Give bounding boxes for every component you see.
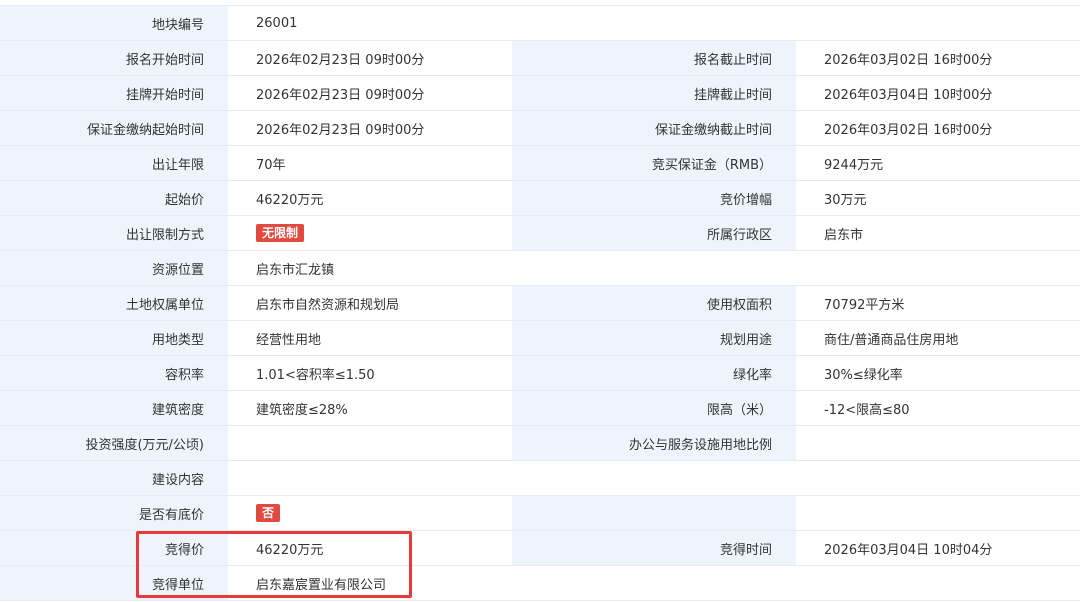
label-resource-location: 资源位置	[0, 250, 228, 286]
label-use-right-area: 使用权面积	[512, 285, 796, 321]
table-row: 容积率 1.01<容积率≤1.50 绿化率 30%≤绿化率	[0, 355, 1080, 391]
value-district: 启东市	[796, 215, 1080, 251]
label-building-density: 建筑密度	[0, 390, 228, 426]
value-reserve-price: 否	[228, 495, 512, 531]
land-info-table: 地块编号 26001 报名开始时间 2026年02月23日 09时00分 报名截…	[0, 5, 1080, 601]
label-plot-ratio: 容积率	[0, 355, 228, 391]
label-land-owner: 土地权属单位	[0, 285, 228, 321]
table-row: 土地权属单位 启东市自然资源和规划局 使用权面积 70792平方米	[0, 285, 1080, 321]
value-building-density: 建筑密度≤28%	[228, 390, 512, 426]
table-row: 起始价 46220万元 竞价增幅 30万元	[0, 180, 1080, 216]
empty-cell	[512, 565, 796, 601]
label-reserve-price: 是否有底价	[0, 495, 228, 531]
table-row: 出让限制方式 无限制 所属行政区 启东市	[0, 215, 1080, 251]
label-bid-deposit: 竞买保证金（RMB）	[512, 145, 796, 181]
label-height-limit: 限高（米）	[512, 390, 796, 426]
value-plot-ratio: 1.01<容积率≤1.50	[228, 355, 512, 391]
label-green-ratio: 绿化率	[512, 355, 796, 391]
value-use-right-area: 70792平方米	[796, 285, 1080, 321]
value-starting-price: 46220万元	[228, 180, 512, 216]
label-winning-company: 竞得单位	[0, 565, 228, 601]
value-winning-time: 2026年03月04日 10时04分	[796, 530, 1080, 566]
value-parcel-number: 26001	[228, 5, 1080, 41]
value-listing-start: 2026年02月23日 09时00分	[228, 75, 512, 111]
label-winning-time: 竞得时间	[512, 530, 796, 566]
table-row: 地块编号 26001	[0, 5, 1080, 41]
status-badge: 无限制	[256, 224, 305, 242]
status-badge: 否	[256, 504, 281, 522]
value-investment-intensity	[228, 425, 512, 461]
label-bid-increment: 竞价增幅	[512, 180, 796, 216]
table-row: 投资强度(万元/公顷) 办公与服务设施用地比例	[0, 425, 1080, 461]
label-deposit-end: 保证金缴纳截止时间	[512, 110, 796, 146]
value-registration-end: 2026年03月02日 16时00分	[796, 40, 1080, 76]
label-listing-end: 挂牌截止时间	[512, 75, 796, 111]
table-row: 用地类型 经营性用地 规划用途 商住/普通商品住房用地	[0, 320, 1080, 356]
value-deposit-start: 2026年02月23日 09时00分	[228, 110, 512, 146]
label-land-type: 用地类型	[0, 320, 228, 356]
label-office-facility-ratio: 办公与服务设施用地比例	[512, 425, 796, 461]
value-office-facility-ratio	[796, 425, 1080, 461]
table-row: 资源位置 启东市汇龙镇	[0, 250, 1080, 286]
value-transfer-restriction: 无限制	[228, 215, 512, 251]
label-starting-price: 起始价	[0, 180, 228, 216]
label-district: 所属行政区	[512, 215, 796, 251]
table-row: 报名开始时间 2026年02月23日 09时00分 报名截止时间 2026年03…	[0, 40, 1080, 76]
label-parcel-number: 地块编号	[0, 5, 228, 41]
table-row: 竞得单位 启东嘉宸置业有限公司	[0, 565, 1080, 601]
label-empty	[512, 495, 796, 531]
value-bid-increment: 30万元	[796, 180, 1080, 216]
value-green-ratio: 30%≤绿化率	[796, 355, 1080, 391]
table-row: 挂牌开始时间 2026年02月23日 09时00分 挂牌截止时间 2026年03…	[0, 75, 1080, 111]
value-empty	[796, 495, 1080, 531]
value-winning-price: 46220万元	[228, 530, 512, 566]
value-land-owner: 启东市自然资源和规划局	[228, 285, 512, 321]
label-winning-price: 竞得价	[0, 530, 228, 566]
value-bid-deposit: 9244万元	[796, 145, 1080, 181]
label-planned-use: 规划用途	[512, 320, 796, 356]
value-resource-location: 启东市汇龙镇	[228, 250, 1080, 286]
table-row: 竞得价 46220万元 竞得时间 2026年03月04日 10时04分	[0, 530, 1080, 566]
table-row: 是否有底价 否	[0, 495, 1080, 531]
table-row: 出让年限 70年 竞买保证金（RMB） 9244万元	[0, 145, 1080, 181]
value-transfer-term: 70年	[228, 145, 512, 181]
label-listing-start: 挂牌开始时间	[0, 75, 228, 111]
value-deposit-end: 2026年03月02日 16时00分	[796, 110, 1080, 146]
label-transfer-term: 出让年限	[0, 145, 228, 181]
label-deposit-start: 保证金缴纳起始时间	[0, 110, 228, 146]
label-registration-start: 报名开始时间	[0, 40, 228, 76]
value-height-limit: -12<限高≤80	[796, 390, 1080, 426]
label-transfer-restriction: 出让限制方式	[0, 215, 228, 251]
value-winning-company: 启东嘉宸置业有限公司	[228, 565, 512, 601]
value-registration-start: 2026年02月23日 09时00分	[228, 40, 512, 76]
table-row: 建设内容	[0, 460, 1080, 496]
label-registration-end: 报名截止时间	[512, 40, 796, 76]
value-listing-end: 2026年03月04日 10时00分	[796, 75, 1080, 111]
value-construction-content	[228, 460, 1080, 496]
label-construction-content: 建设内容	[0, 460, 228, 496]
empty-cell	[796, 565, 1080, 601]
label-investment-intensity: 投资强度(万元/公顷)	[0, 425, 228, 461]
value-land-type: 经营性用地	[228, 320, 512, 356]
table-row: 建筑密度 建筑密度≤28% 限高（米） -12<限高≤80	[0, 390, 1080, 426]
value-planned-use: 商住/普通商品住房用地	[796, 320, 1080, 356]
table-row: 保证金缴纳起始时间 2026年02月23日 09时00分 保证金缴纳截止时间 2…	[0, 110, 1080, 146]
